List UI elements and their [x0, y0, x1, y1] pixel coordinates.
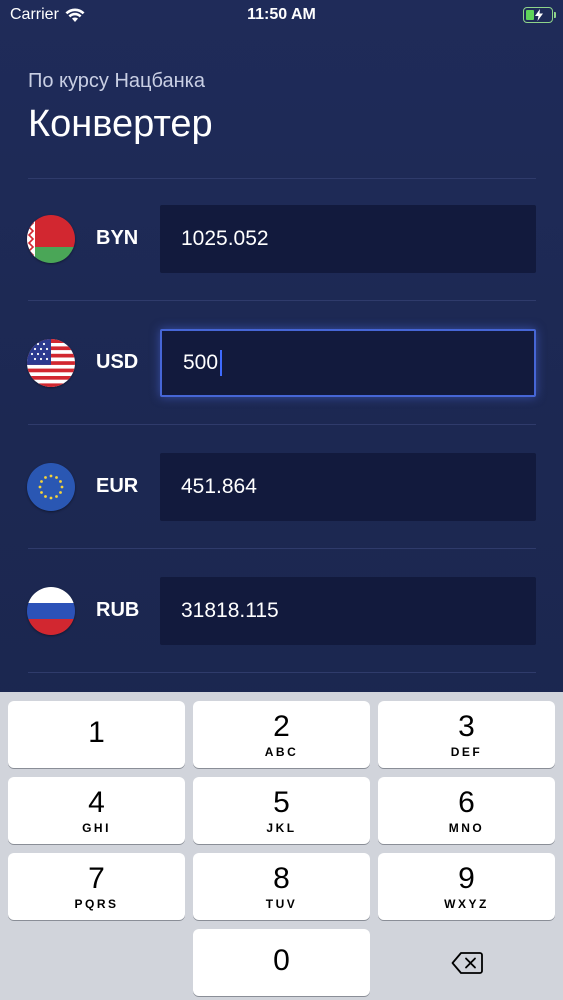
- rub-amount-input[interactable]: 31818.115: [160, 577, 536, 645]
- divider: [28, 178, 536, 179]
- battery-icon: [523, 7, 556, 23]
- divider: [28, 672, 536, 673]
- key-3[interactable]: 3 DEF: [378, 701, 555, 768]
- eu-flag-icon: [27, 463, 75, 511]
- key-5[interactable]: 5 JKL: [193, 777, 370, 844]
- key-0[interactable]: 0: [193, 929, 370, 996]
- usa-flag-icon: [27, 339, 75, 387]
- currency-row-byn: BYN 1025.052: [0, 205, 563, 273]
- status-left: Carrier: [10, 6, 85, 24]
- byn-amount-input[interactable]: 1025.052: [160, 205, 536, 273]
- wifi-icon: [65, 7, 85, 22]
- currency-code: EUR: [96, 475, 139, 497]
- text-caret: [220, 350, 223, 376]
- belarus-flag-icon: [27, 215, 75, 263]
- delete-key[interactable]: [378, 929, 555, 996]
- eur-amount-input[interactable]: 451.864: [160, 453, 536, 521]
- page-subtitle: По курсу Нацбанка: [28, 70, 205, 92]
- currency-row-eur: EUR 451.864: [0, 453, 563, 521]
- currency-code: BYN: [96, 227, 139, 249]
- currency-row-rub: RUB 31818.115: [0, 577, 563, 645]
- backspace-icon: [451, 951, 483, 974]
- key-8[interactable]: 8 TUV: [193, 853, 370, 920]
- key-1[interactable]: 1: [8, 701, 185, 768]
- usd-amount-input[interactable]: 500: [160, 329, 536, 397]
- page-title: Конвертер: [28, 103, 213, 145]
- currency-code: USD: [96, 351, 139, 373]
- status-bar: Carrier 11:50 AM: [0, 0, 563, 30]
- key-7[interactable]: 7 PQRS: [8, 853, 185, 920]
- divider: [28, 548, 536, 549]
- numeric-keyboard: 1 2 ABC 3 DEF 4 GHI 5 JKL 6 MNO 7 PQRS 8…: [0, 692, 563, 1000]
- currency-code: RUB: [96, 599, 140, 621]
- key-2[interactable]: 2 ABC: [193, 701, 370, 768]
- key-9[interactable]: 9 WXYZ: [378, 853, 555, 920]
- carrier-label: Carrier: [10, 6, 59, 23]
- divider: [28, 424, 536, 425]
- currency-row-usd: USD 500: [0, 329, 563, 397]
- key-6[interactable]: 6 MNO: [378, 777, 555, 844]
- key-4[interactable]: 4 GHI: [8, 777, 185, 844]
- divider: [28, 300, 536, 301]
- russia-flag-icon: [27, 587, 75, 635]
